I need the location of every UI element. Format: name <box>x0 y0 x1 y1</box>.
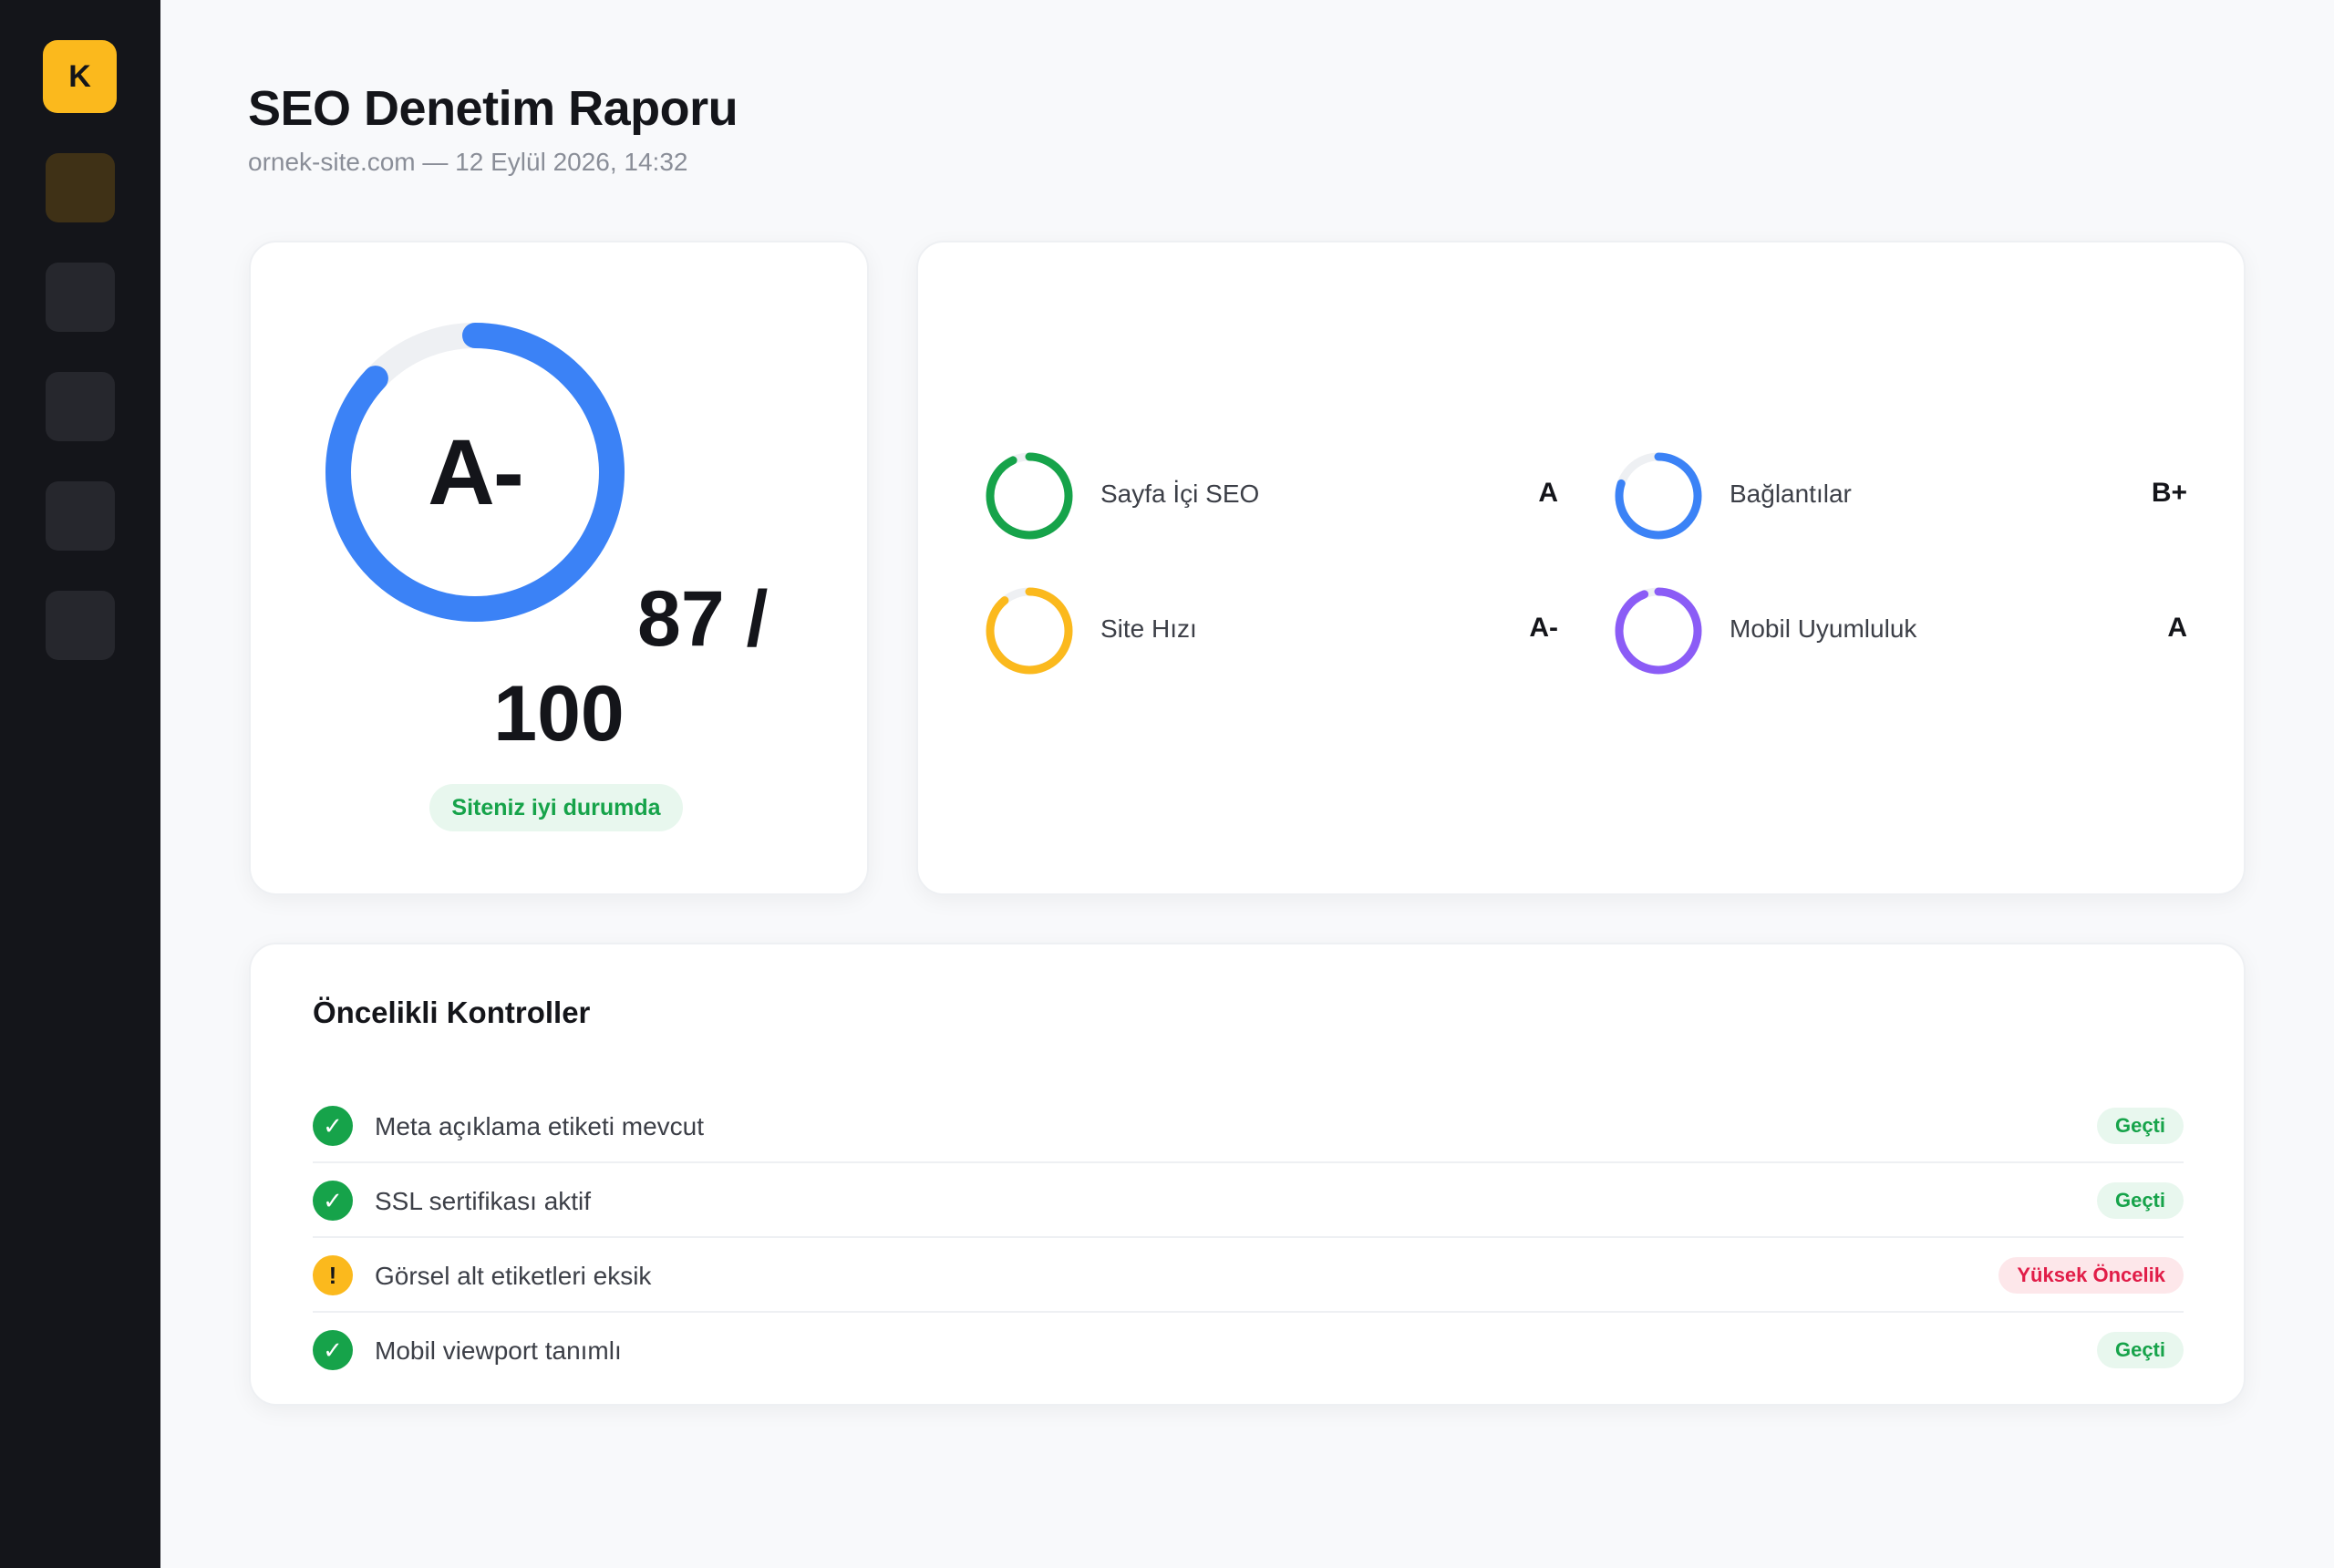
check-row[interactable]: ! Görsel alt etiketleri eksik Yüksek Öncel… <box>313 1238 2184 1313</box>
category-score-ring <box>986 587 1073 675</box>
category-label: Sayfa İçi SEO <box>1100 480 1260 508</box>
nav-item-2[interactable] <box>46 263 115 332</box>
priority-checks-title: Öncelikli Kontroller <box>313 995 591 1029</box>
check-row[interactable]: ✓ Meta açıklama etiketi mevcut Geçti <box>313 1088 2184 1163</box>
category-score-ring <box>1615 587 1702 675</box>
check-row[interactable]: ✓ SSL sertifikası aktif Geçti <box>313 1163 2184 1238</box>
nav-item-5[interactable] <box>46 591 115 660</box>
nav-item-4[interactable] <box>46 481 115 551</box>
check-icon: ✓ <box>313 1330 353 1370</box>
check-text: Mobil viewport tanımlı <box>375 1336 622 1365</box>
category-ring-arc <box>986 452 1073 540</box>
warning-icon: ! <box>313 1255 353 1295</box>
category-item[interactable]: Site Hızı A- <box>984 585 1558 676</box>
check-text: Görsel alt etiketleri eksik <box>375 1262 652 1290</box>
main-content: SEO Denetim Raporu ornek-site.com — 12 E… <box>160 0 2334 1568</box>
check-status-badge: Geçti <box>2096 1108 2184 1144</box>
check-icon: ✓ <box>313 1181 353 1221</box>
overall-score-value: 87 / <box>637 575 769 663</box>
overall-score-max: 100 <box>493 670 625 758</box>
category-item[interactable]: Bağlantılar B+ <box>1613 450 2187 542</box>
category-score-ring <box>986 452 1073 540</box>
check-status-badge: Geçti <box>2096 1332 2184 1368</box>
sidebar: K <box>0 0 160 1568</box>
category-ring-arc <box>986 587 1073 675</box>
nav-item-3[interactable] <box>46 372 115 441</box>
nav-item-1[interactable] <box>46 153 115 222</box>
category-grade: A- <box>1529 613 1558 643</box>
category-label: Bağlantılar <box>1730 480 1852 508</box>
overall-score-card: A- 87 / 100 Siteniz iyi durumda <box>249 241 869 895</box>
category-score-ring <box>1615 452 1702 540</box>
check-status-badge: Geçti <box>2096 1182 2184 1219</box>
check-text: SSL sertifikası aktif <box>375 1187 592 1215</box>
page-title: SEO Denetim Raporu <box>248 81 738 136</box>
category-label: Mobil Uyumluluk <box>1730 614 1917 643</box>
category-item[interactable]: Sayfa İçi SEO A <box>984 450 1558 542</box>
category-grade: A <box>2167 613 2187 643</box>
check-row[interactable]: ✓ Mobil viewport tanımlı Geçti <box>313 1313 2184 1387</box>
category-grade: A <box>1538 478 1558 508</box>
category-ring-arc <box>1615 587 1702 675</box>
priority-checks-card: Öncelikli Kontroller ✓ Meta açıklama etik… <box>249 943 2246 1406</box>
category-item[interactable]: Mobil Uyumluluk A <box>1613 585 2187 676</box>
check-icon: ✓ <box>313 1106 353 1146</box>
overall-grade: A- <box>428 419 524 524</box>
app-logo[interactable]: K <box>43 40 117 113</box>
category-grade: B+ <box>2151 478 2187 508</box>
category-scores-card: Sayfa İçi SEO A Bağlantılar B+ Site Hızı A- Mo… <box>916 241 2246 895</box>
check-text: Meta açıklama etiketi mevcut <box>375 1112 705 1140</box>
check-status-badge: Yüksek Öncelik <box>1998 1257 2184 1294</box>
page-subtitle: ornek-site.com — 12 Eylül 2026, 14:32 <box>248 148 688 176</box>
status-badge: Siteniz iyi durumda <box>429 784 683 831</box>
category-label: Site Hızı <box>1100 614 1197 643</box>
